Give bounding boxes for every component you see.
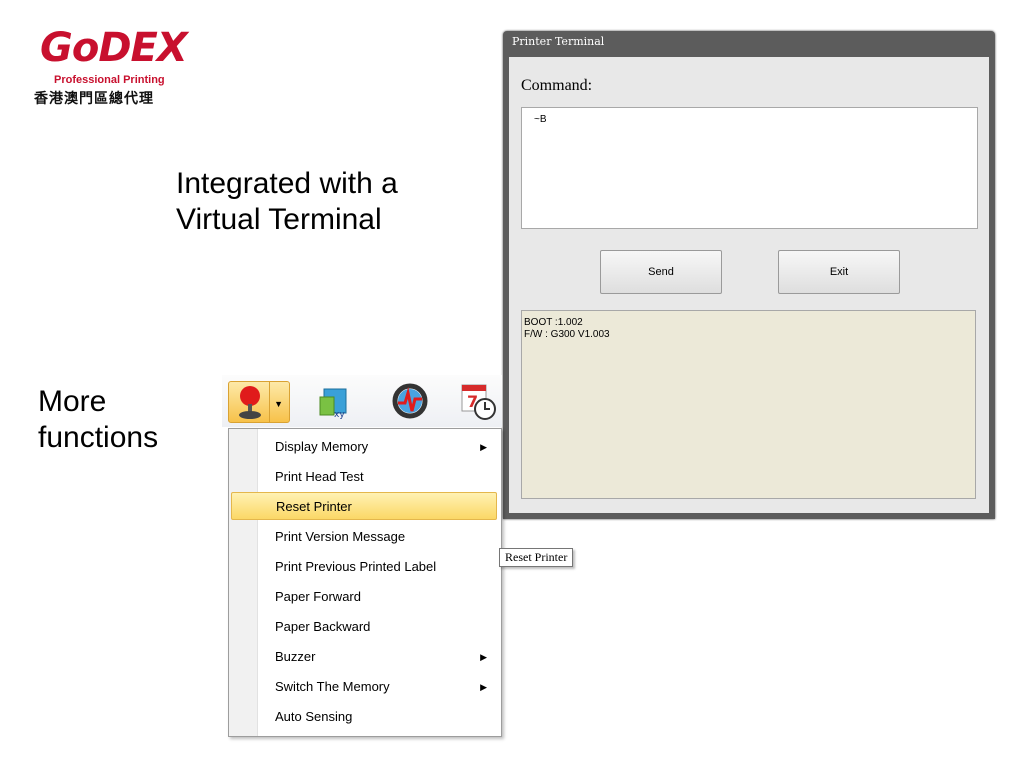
command-text: ~B bbox=[534, 114, 547, 125]
terminal-body: Command: ~B Send Exit BOOT :1.002 F/W : … bbox=[509, 57, 989, 513]
menu-item-label: Paper Backward bbox=[275, 619, 371, 634]
logo-wordmark: GoDEX bbox=[40, 25, 188, 71]
menu-item-print-version-message[interactable]: Print Version Message bbox=[231, 523, 497, 551]
menu-item-paper-backward[interactable]: Paper Backward bbox=[231, 613, 497, 641]
caption-more-functions: More functions bbox=[38, 385, 159, 454]
menu-item-label: Print Version Message bbox=[275, 529, 406, 544]
printer-tool-split-button[interactable]: ▼ bbox=[228, 381, 290, 423]
menu-item-buzzer[interactable]: Buzzer ▶ bbox=[231, 643, 497, 671]
menu-item-label: Auto Sensing bbox=[275, 709, 353, 724]
printer-tool-icon bbox=[239, 386, 261, 419]
menu-item-print-previous-label[interactable]: Print Previous Printed Label bbox=[231, 553, 497, 581]
monitor-icon[interactable] bbox=[390, 381, 430, 421]
logo-chinese-text: 香港澳門區總代理 bbox=[34, 91, 154, 107]
toolbar: ▼ xy 7 bbox=[222, 375, 502, 427]
exit-button[interactable]: Exit bbox=[778, 250, 900, 294]
command-label: Command: bbox=[521, 77, 593, 94]
svg-text:xy: xy bbox=[334, 410, 345, 420]
window-title: Printer Terminal bbox=[512, 35, 605, 48]
menu-item-display-memory[interactable]: Display Memory ▶ bbox=[231, 433, 497, 461]
menu-item-label: Display Memory bbox=[275, 439, 369, 454]
menu-item-label: Switch The Memory bbox=[275, 679, 390, 694]
caption-virtual-terminal: Integrated with a Virtual Terminal bbox=[176, 167, 398, 236]
command-input[interactable]: ~B bbox=[521, 107, 978, 229]
menu-item-label: Reset Printer bbox=[276, 499, 352, 514]
output-area: BOOT :1.002 F/W : G300 V1.003 bbox=[521, 310, 976, 499]
menu-item-label: Buzzer bbox=[275, 649, 316, 664]
menu-item-print-head-test[interactable]: Print Head Test bbox=[231, 463, 497, 491]
label-xy-icon[interactable]: xy bbox=[316, 381, 354, 421]
menu-item-label: Paper Forward bbox=[275, 589, 361, 604]
dropdown-arrow-icon[interactable]: ▼ bbox=[274, 399, 283, 409]
menu-item-paper-forward[interactable]: Paper Forward bbox=[231, 583, 497, 611]
menu-item-label: Print Previous Printed Label bbox=[275, 559, 437, 574]
functions-menu: Display Memory ▶ Print Head Test Reset P… bbox=[228, 428, 502, 737]
menu-item-label: Print Head Test bbox=[275, 469, 364, 484]
logo-tagline: Professional Printing bbox=[54, 74, 165, 86]
send-button[interactable]: Send bbox=[600, 250, 722, 294]
printer-terminal-window: Printer Terminal Command: ~B Send Exit B… bbox=[503, 31, 995, 519]
submenu-arrow-icon: ▶ bbox=[480, 652, 487, 662]
menu-item-reset-printer[interactable]: Reset Printer bbox=[231, 492, 497, 520]
output-line: F/W : G300 V1.003 bbox=[524, 329, 610, 340]
split-divider bbox=[269, 382, 270, 422]
godex-logo: GoDEX Professional Printing 香港澳門區總代理 bbox=[34, 22, 204, 107]
output-line: BOOT :1.002 bbox=[524, 317, 583, 328]
menu-item-auto-sensing[interactable]: Auto Sensing bbox=[231, 703, 497, 731]
menu-item-switch-memory[interactable]: Switch The Memory ▶ bbox=[231, 673, 497, 701]
submenu-arrow-icon: ▶ bbox=[480, 682, 487, 692]
calendar-clock-icon[interactable]: 7 bbox=[458, 381, 498, 421]
tooltip: Reset Printer bbox=[499, 548, 574, 567]
submenu-arrow-icon: ▶ bbox=[480, 442, 487, 452]
